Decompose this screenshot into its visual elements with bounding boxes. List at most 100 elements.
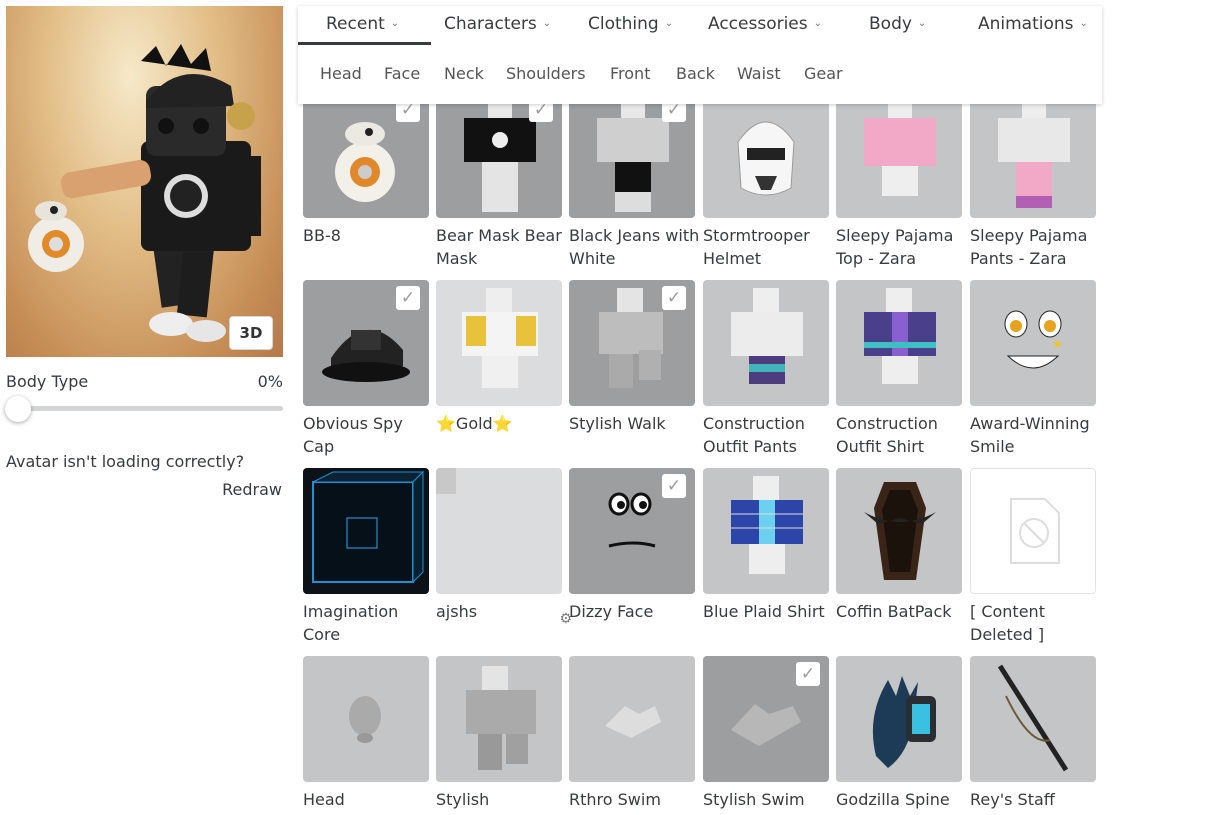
subtab-head[interactable]: Head	[320, 64, 362, 83]
tab-accessories[interactable]: Accessories ⌄	[708, 14, 822, 34]
body-type-value: 0%	[257, 372, 283, 391]
item-thumbnail[interactable]	[703, 280, 829, 406]
deleted-content-icon	[1010, 498, 1060, 564]
item-name[interactable]: Stormtrooper Helmet	[703, 224, 837, 270]
item-card[interactable]: ✓ Dizzy Face	[569, 468, 695, 623]
item-card[interactable]: Sleepy Pajama Pants - Zara	[970, 92, 1096, 270]
item-thumbnail[interactable]	[836, 280, 962, 406]
tab-animations[interactable]: Animations ⌄	[978, 14, 1088, 34]
item-card[interactable]: ✓ Stylish Walk	[569, 280, 695, 435]
item-name[interactable]: Coffin BatPack	[836, 600, 970, 623]
subtab-gear[interactable]: Gear	[804, 64, 843, 83]
item-card[interactable]: ✓ Bear Mask Bear Mask	[436, 92, 562, 270]
item-name[interactable]: BB-8	[303, 224, 437, 247]
item-name[interactable]: Construction Outfit Pants	[703, 412, 837, 458]
item-name[interactable]: Dizzy Face	[569, 600, 703, 623]
item-thumbnail[interactable]	[703, 92, 829, 218]
body-type-slider-track[interactable]	[6, 406, 283, 411]
item-name[interactable]: Black Jeans with White	[569, 224, 703, 270]
item-card[interactable]: ✓ Black Jeans with White	[569, 92, 699, 270]
item-thumbnail[interactable]	[436, 468, 562, 594]
subtab-neck[interactable]: Neck	[444, 64, 484, 83]
item-name[interactable]: Stylish Swim	[703, 788, 837, 811]
item-thumbnail[interactable]	[970, 92, 1096, 218]
item-name[interactable]: Bear Mask Bear Mask	[436, 224, 570, 270]
item-thumbnail[interactable]	[703, 468, 829, 594]
redraw-link[interactable]: Redraw	[222, 480, 282, 499]
item-thumbnail[interactable]: ✓	[303, 92, 429, 218]
tab-body[interactable]: Body ⌄	[869, 14, 926, 34]
item-name[interactable]: Award-Winning Smile	[970, 412, 1103, 458]
subtab-front[interactable]: Front	[610, 64, 650, 83]
subtab-shoulders[interactable]: Shoulders	[506, 64, 586, 83]
item-name[interactable]: [ Content Deleted ]	[970, 600, 1103, 646]
item-name[interactable]: Stylish	[436, 788, 570, 811]
item-thumbnail[interactable]	[836, 656, 962, 782]
item-name[interactable]: Construction Outfit Shirt	[836, 412, 970, 458]
item-card[interactable]: [ Content Deleted ]	[970, 468, 1096, 646]
body-type-slider-thumb[interactable]	[5, 396, 31, 422]
item-card[interactable]: Stormtrooper Helmet	[703, 92, 829, 270]
item-thumbnail[interactable]	[569, 656, 695, 782]
cube-icon	[312, 470, 425, 584]
item-name[interactable]: Rthro Swim	[569, 788, 703, 811]
tab-recent[interactable]: Recent ⌄	[326, 14, 399, 34]
item-thumbnail[interactable]	[836, 468, 962, 594]
coffin-icon	[864, 482, 936, 580]
item-name[interactable]: Obvious Spy Cap	[303, 412, 437, 458]
item-thumbnail[interactable]: ✓	[569, 280, 695, 406]
item-thumbnail[interactable]	[836, 92, 962, 218]
item-thumbnail[interactable]	[970, 468, 1096, 594]
item-card[interactable]: Imagination Core	[303, 468, 429, 646]
item-thumbnail[interactable]	[436, 656, 562, 782]
item-thumbnail[interactable]: ★	[970, 280, 1096, 406]
avatar-preview[interactable]: 3D	[6, 6, 283, 357]
item-thumbnail[interactable]	[303, 468, 429, 594]
item-thumbnail[interactable]	[303, 656, 429, 782]
item-thumbnail[interactable]: ✓	[303, 280, 429, 406]
tab-clothing[interactable]: Clothing ⌄	[588, 14, 673, 34]
item-card[interactable]: ✓ BB-8	[303, 92, 429, 247]
item-name[interactable]: Head	[303, 788, 437, 811]
item-card[interactable]: Rey's Staff	[970, 656, 1096, 811]
item-card[interactable]: Rthro Swim	[569, 656, 695, 811]
item-card[interactable]: Head	[303, 656, 429, 811]
item-thumbnail[interactable]	[970, 656, 1096, 782]
item-card[interactable]: ⭐Gold⭐	[436, 280, 562, 435]
item-card[interactable]: Coffin BatPack	[836, 468, 962, 623]
item-name[interactable]: ⭐Gold⭐	[436, 412, 570, 435]
item-name[interactable]: Godzilla Spine	[836, 788, 970, 811]
item-card[interactable]: ★ Award-Winning Smile	[970, 280, 1096, 458]
tab-characters[interactable]: Characters ⌄	[444, 14, 551, 34]
item-card[interactable]: Godzilla Spine	[836, 656, 962, 811]
item-thumbnail[interactable]: ✓	[569, 92, 695, 218]
tab-label: Accessories	[708, 14, 808, 34]
item-name[interactable]: Sleepy Pajama Pants - Zara	[970, 224, 1103, 270]
subtab-waist[interactable]: Waist	[737, 64, 781, 83]
item-card[interactable]: ✓ Obvious Spy Cap	[303, 280, 429, 458]
item-card[interactable]: Construction Outfit Pants	[703, 280, 829, 458]
subtab-back[interactable]: Back	[676, 64, 715, 83]
subtab-face[interactable]: Face	[384, 64, 420, 83]
item-name[interactable]: Stylish Walk	[569, 412, 703, 435]
item-name[interactable]: Blue Plaid Shirt	[703, 600, 837, 623]
inventory-grid: ✓ BB-8 ✓ Bear Mask Bear Mask ✓ Black Jea…	[303, 92, 1103, 815]
item-card[interactable]: ✓ Stylish Swim	[703, 656, 829, 811]
tab-label: Animations	[978, 14, 1074, 34]
3d-view-button[interactable]: 3D	[229, 316, 273, 350]
item-name[interactable]: ajshs ⚙	[436, 600, 572, 627]
item-card[interactable]: Stylish	[436, 656, 562, 811]
item-thumbnail[interactable]: ✓	[436, 92, 562, 218]
item-card[interactable]: Sleepy Pajama Top - Zara	[836, 92, 962, 270]
item-name[interactable]: Rey's Staff	[970, 788, 1103, 811]
item-card[interactable]: Blue Plaid Shirt	[703, 468, 829, 623]
item-name[interactable]: Imagination Core	[303, 600, 437, 646]
item-thumbnail[interactable]: ✓	[569, 468, 695, 594]
spine-icon	[872, 676, 936, 768]
item-name[interactable]: Sleepy Pajama Top - Zara	[836, 224, 970, 270]
item-thumbnail[interactable]	[436, 280, 562, 406]
item-thumbnail[interactable]: ✓	[703, 656, 829, 782]
outfit-pants-icon	[731, 288, 803, 384]
item-card[interactable]: Construction Outfit Shirt	[836, 280, 962, 458]
item-card[interactable]: ajshs ⚙	[436, 468, 572, 627]
